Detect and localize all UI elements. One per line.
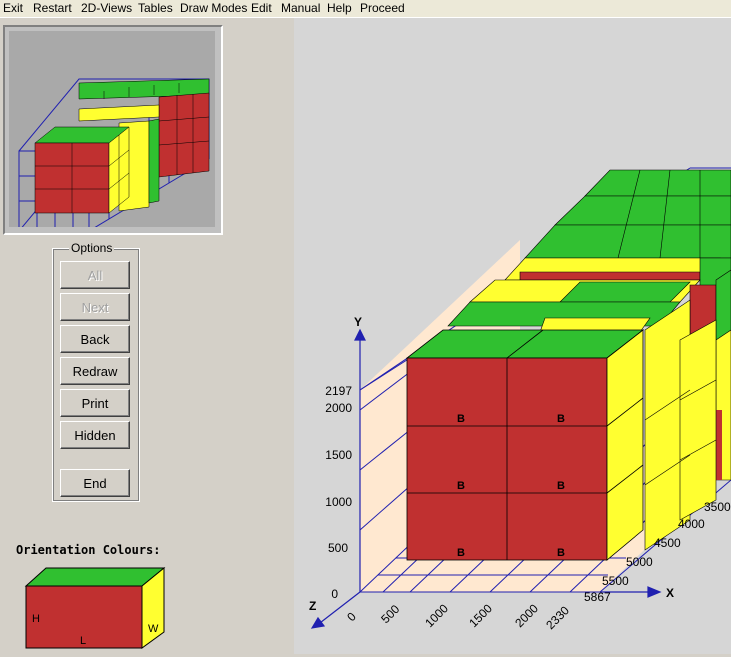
menu-bar: Exit Restart 2D-Views Tables Draw Modes … bbox=[0, 0, 731, 18]
x-tick: 5867 bbox=[584, 590, 611, 604]
box-label: B bbox=[557, 547, 565, 559]
z-tick: 500 bbox=[378, 602, 402, 626]
main-3d-view[interactable]: B B B B B B Y Z X 0 500 1000 1500 2000 2… bbox=[294, 18, 731, 654]
menu-edit[interactable]: Edit bbox=[251, 1, 272, 15]
y-tick: 0 bbox=[331, 587, 338, 601]
y-tick: 500 bbox=[328, 541, 348, 555]
next-button[interactable]: Next bbox=[60, 293, 130, 321]
menu-proceed[interactable]: Proceed bbox=[360, 1, 405, 15]
z-tick: 0 bbox=[344, 609, 359, 624]
box-label: B bbox=[557, 413, 565, 425]
height-label: H bbox=[32, 613, 40, 625]
z-tick: 2000 bbox=[512, 601, 541, 630]
end-button[interactable]: End bbox=[60, 469, 130, 497]
container-3d-drawing: B B B B B B Y Z X 0 500 1000 1500 2000 2… bbox=[309, 167, 731, 632]
redraw-button[interactable]: Redraw bbox=[60, 357, 130, 385]
box-label: B bbox=[457, 547, 465, 559]
z-axis-name: Z bbox=[309, 599, 316, 613]
hidden-button[interactable]: Hidden bbox=[60, 421, 130, 449]
options-title: Options bbox=[69, 241, 115, 255]
menu-draw-modes[interactable]: Draw Modes bbox=[180, 1, 247, 15]
z-tick: 1000 bbox=[422, 601, 451, 630]
y-tick: 2197 bbox=[325, 384, 352, 398]
menu-2d-views[interactable]: 2D-Views bbox=[81, 1, 132, 15]
z-tick: 1500 bbox=[466, 601, 495, 630]
menu-tables[interactable]: Tables bbox=[138, 1, 173, 15]
box-label: B bbox=[457, 413, 465, 425]
y-tick: 2000 bbox=[325, 401, 352, 415]
all-button[interactable]: All bbox=[60, 261, 130, 289]
y-tick: 1000 bbox=[325, 495, 352, 509]
left-panel: Options All Next Back Redraw Print Hidde… bbox=[0, 18, 294, 654]
menu-help[interactable]: Help bbox=[327, 1, 352, 15]
x-tick: 4000 bbox=[678, 517, 705, 531]
y-tick: 1500 bbox=[325, 448, 352, 462]
back-button[interactable]: Back bbox=[60, 325, 130, 353]
overview-thumbnail[interactable] bbox=[3, 25, 223, 235]
box-label: B bbox=[557, 480, 565, 492]
y-axis-name: Y bbox=[354, 315, 362, 329]
box-label: B bbox=[457, 480, 465, 492]
menu-restart[interactable]: Restart bbox=[33, 1, 72, 15]
orientation-legend-box: H L W bbox=[24, 566, 166, 649]
front-box-side bbox=[606, 329, 644, 561]
x-tick: 5500 bbox=[602, 574, 629, 588]
x-tick: 5000 bbox=[626, 555, 653, 569]
orientation-colours-title: Orientation Colours: bbox=[16, 543, 161, 557]
width-label: W bbox=[148, 623, 159, 635]
length-label: L bbox=[80, 635, 86, 647]
x-tick: 4500 bbox=[654, 536, 681, 550]
overview-container-drawing bbox=[18, 78, 210, 232]
menu-manual[interactable]: Manual bbox=[281, 1, 320, 15]
z-tick: 2330 bbox=[543, 603, 572, 632]
print-button[interactable]: Print bbox=[60, 389, 130, 417]
x-tick: 3500 bbox=[704, 500, 731, 514]
options-group: Options All Next Back Redraw Print Hidde… bbox=[52, 241, 140, 502]
overview-canvas bbox=[9, 31, 215, 232]
x-axis-name: X bbox=[666, 586, 674, 600]
menu-exit[interactable]: Exit bbox=[3, 1, 23, 15]
